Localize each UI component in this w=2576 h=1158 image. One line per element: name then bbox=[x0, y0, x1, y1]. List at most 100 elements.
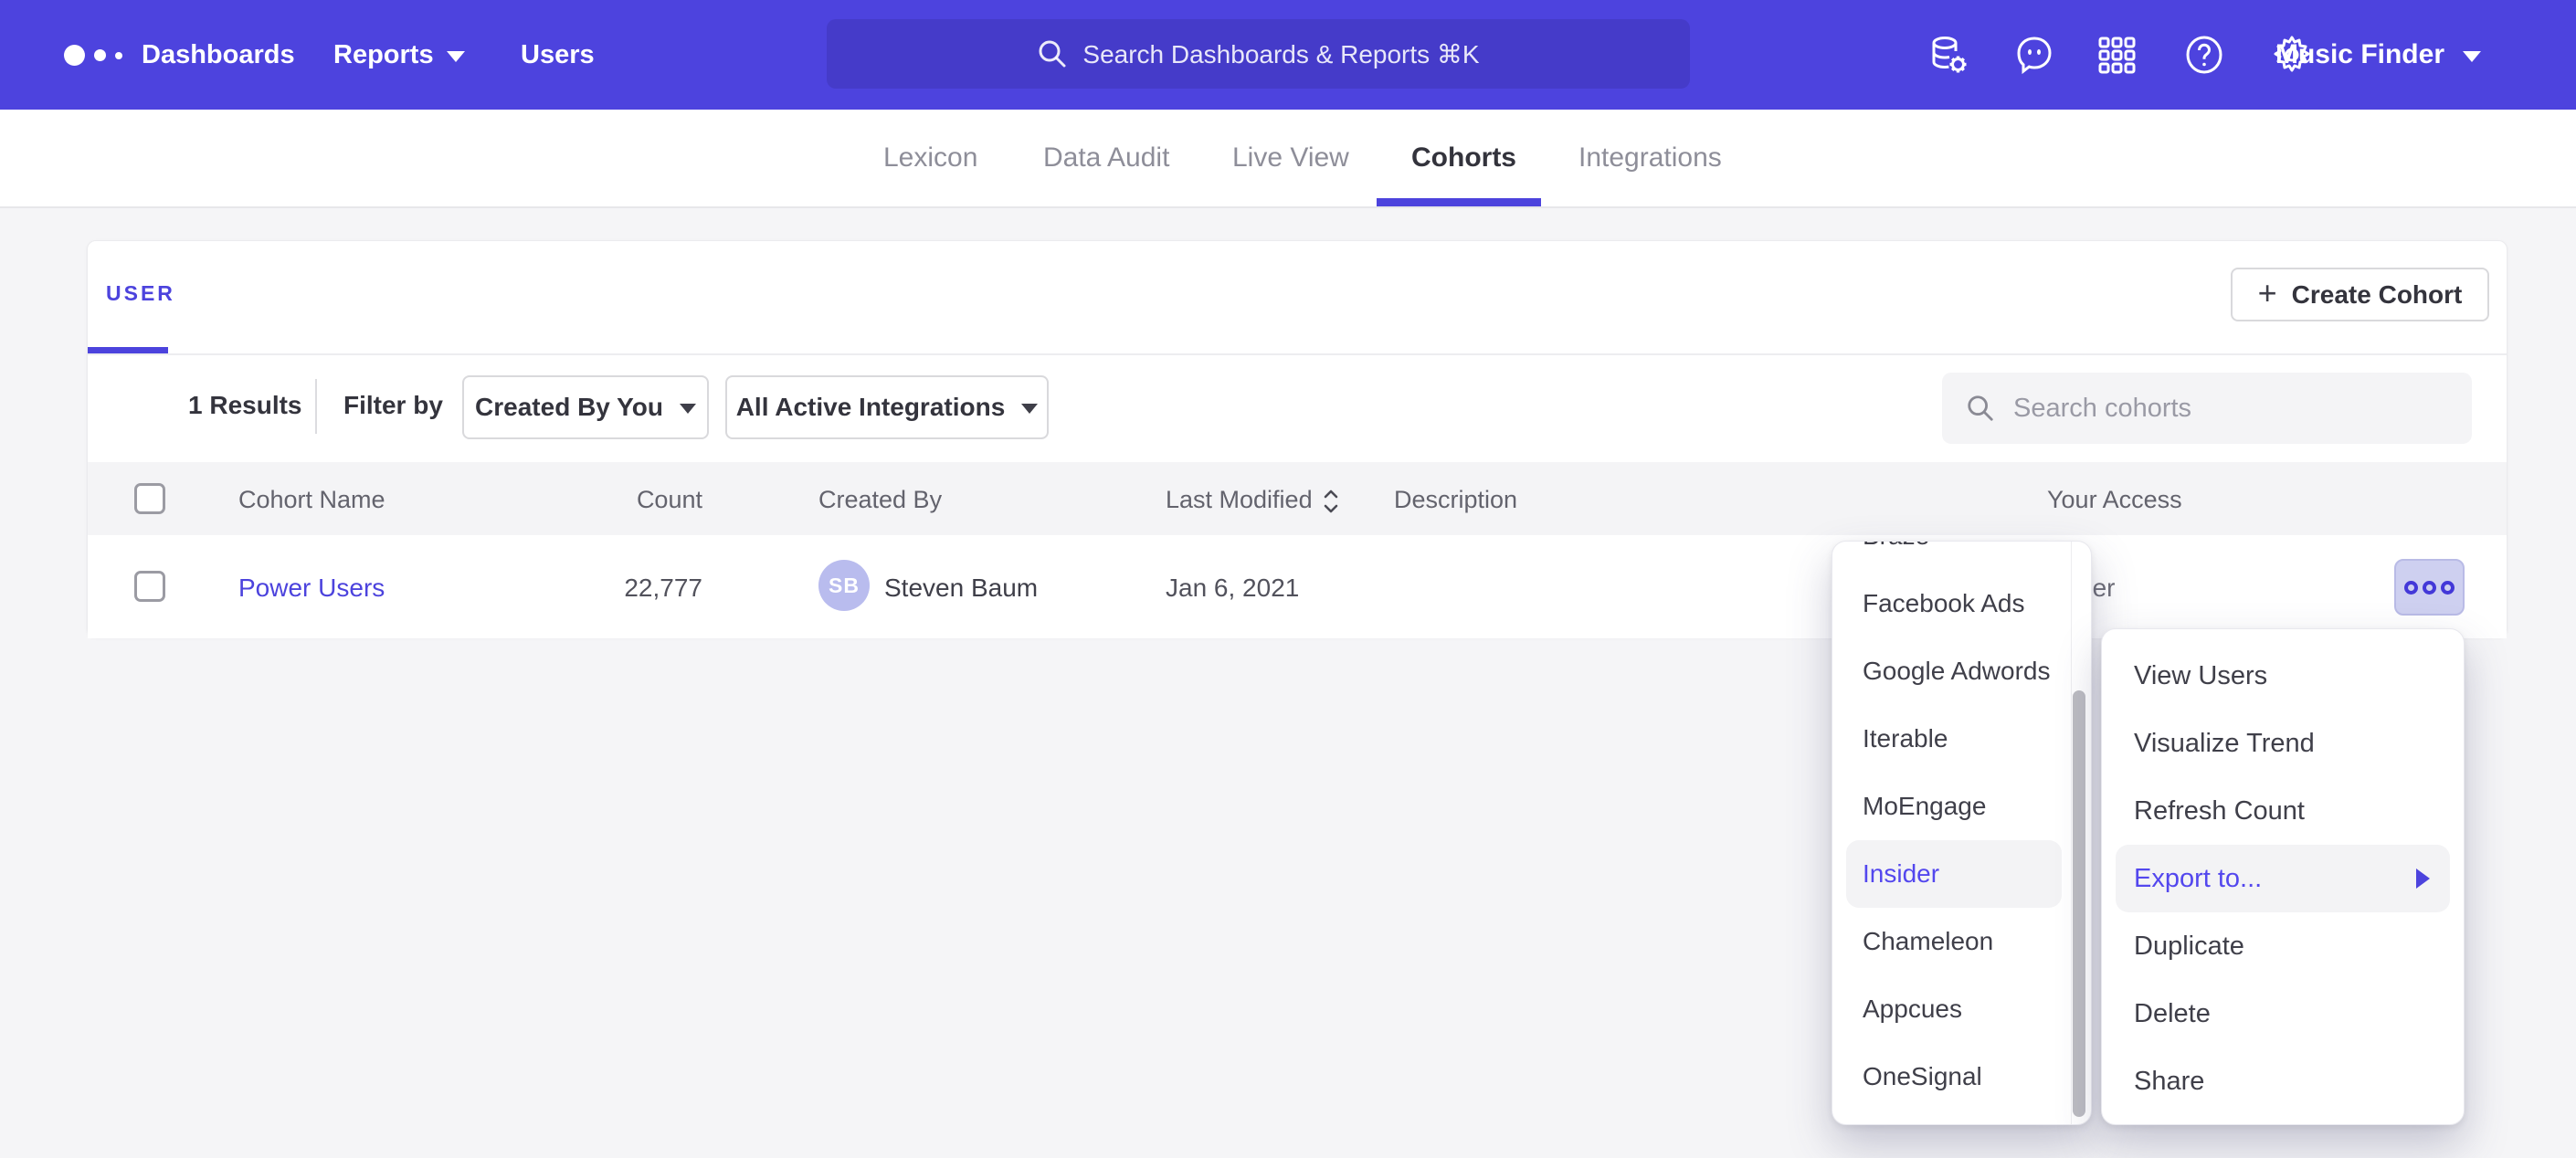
col-header-count: Count bbox=[563, 486, 702, 514]
data-management-icon[interactable] bbox=[1927, 34, 1969, 76]
brand-logo-dots-icon[interactable] bbox=[64, 45, 122, 66]
nav-reports-label: Reports bbox=[333, 40, 434, 70]
col-header-your-access: Your Access bbox=[2047, 486, 2182, 514]
tab-data-audit-label: Data Audit bbox=[1043, 142, 1169, 174]
chevron-down-icon bbox=[2463, 51, 2481, 62]
nav-item-reports[interactable]: Reports bbox=[333, 0, 465, 110]
table-row: Power Users 22,777 SB Steven Baum Jan 6,… bbox=[88, 535, 2507, 638]
created-by-filter-label: Created By You bbox=[475, 393, 663, 422]
menu-item-chameleon[interactable]: Chameleon bbox=[1832, 908, 2071, 975]
menu-item-onesignal[interactable]: OneSignal bbox=[1832, 1043, 2071, 1111]
menu-item-label: Braze bbox=[1863, 541, 1929, 551]
search-icon bbox=[1966, 394, 1995, 423]
menu-item-facebook-ads[interactable]: Facebook Ads bbox=[1832, 570, 2071, 637]
results-count: 1 Results bbox=[188, 391, 302, 420]
active-tab-underline bbox=[1377, 198, 1541, 206]
col-header-description: Description bbox=[1394, 486, 1517, 514]
integrations-filter-label: All Active Integrations bbox=[736, 393, 1006, 422]
tab-cohorts[interactable]: Cohorts bbox=[1411, 110, 1516, 206]
global-search-placeholder: Search Dashboards & Reports ⌘K bbox=[1082, 39, 1479, 69]
menu-item-label: Refresh Count bbox=[2134, 796, 2305, 826]
menu-item-export-to[interactable]: Export to... bbox=[2116, 845, 2450, 912]
divider bbox=[88, 353, 2507, 355]
section-tabs: Lexicon Data Audit Live View Cohorts Int… bbox=[0, 110, 2576, 208]
menu-item-visualize-trend[interactable]: Visualize Trend bbox=[2102, 710, 2464, 777]
search-icon bbox=[1037, 38, 1068, 69]
menu-item-appcues[interactable]: Appcues bbox=[1832, 975, 2071, 1043]
dot-icon bbox=[2423, 581, 2436, 595]
create-cohort-label: Create Cohort bbox=[2292, 280, 2463, 310]
menu-item-label: Chameleon bbox=[1863, 927, 1993, 956]
menu-item-label: Delete bbox=[2134, 999, 2211, 1029]
global-search-input[interactable]: Search Dashboards & Reports ⌘K bbox=[827, 19, 1690, 89]
filter-by-label: Filter by bbox=[343, 391, 443, 420]
menu-scrollbar-thumb[interactable] bbox=[2073, 690, 2085, 1117]
nav-users-label: Users bbox=[521, 40, 595, 70]
sort-icon bbox=[1322, 488, 1340, 515]
cohorts-card: USER + Create Cohort 1 Results Filter by… bbox=[87, 240, 2507, 637]
tab-integrations[interactable]: Integrations bbox=[1578, 110, 1722, 206]
menu-item-moengage[interactable]: MoEngage bbox=[1832, 773, 2071, 840]
nav-item-users[interactable]: Users bbox=[521, 0, 595, 110]
menu-item-delete[interactable]: Delete bbox=[2102, 980, 2464, 1047]
menu-item-label: Insider bbox=[1863, 859, 1939, 889]
menu-item-duplicate[interactable]: Duplicate bbox=[2102, 912, 2464, 980]
menu-item-label: Appcues bbox=[1863, 995, 1962, 1024]
tab-lexicon[interactable]: Lexicon bbox=[883, 110, 977, 206]
table-header-row: Cohort Name Count Created By Last Modifi… bbox=[88, 462, 2507, 535]
dot-icon bbox=[2441, 581, 2455, 595]
user-tab-underline bbox=[88, 347, 168, 353]
nav-item-dashboards[interactable]: Dashboards bbox=[142, 0, 295, 110]
col-header-last-modified[interactable]: Last Modified bbox=[1166, 486, 1340, 515]
created-by-name: Steven Baum bbox=[884, 574, 1038, 603]
avatar: SB bbox=[818, 560, 870, 611]
plus-icon: + bbox=[2258, 277, 2277, 310]
chevron-down-icon bbox=[447, 51, 465, 62]
search-cohorts-input[interactable]: Search cohorts bbox=[1942, 373, 2472, 444]
row-actions-button[interactable] bbox=[2394, 559, 2465, 616]
tab-data-audit[interactable]: Data Audit bbox=[1043, 110, 1169, 206]
chevron-down-icon bbox=[1021, 404, 1038, 414]
chevron-down-icon bbox=[680, 404, 696, 414]
tab-user-cohorts[interactable]: USER bbox=[106, 281, 175, 306]
tab-cohorts-label: Cohorts bbox=[1411, 142, 1516, 174]
created-by-filter-dropdown[interactable]: Created By You bbox=[462, 375, 709, 439]
export-targets-menu: Braze Facebook Ads Google Adwords Iterab… bbox=[1832, 541, 2092, 1125]
menu-item-share[interactable]: Share bbox=[2102, 1047, 2464, 1115]
menu-item-label: OneSignal bbox=[1863, 1062, 1982, 1091]
menu-item-label: MoEngage bbox=[1863, 792, 1986, 821]
col-header-cohort-name: Cohort Name bbox=[238, 486, 385, 514]
apps-grid-icon[interactable] bbox=[2096, 34, 2138, 76]
dot-icon bbox=[2404, 581, 2418, 595]
tab-integrations-label: Integrations bbox=[1578, 142, 1722, 174]
menu-item-insider[interactable]: Insider bbox=[1846, 840, 2062, 908]
top-nav: Dashboards Reports Users Search Dashboar… bbox=[0, 0, 2576, 110]
nav-dashboards-label: Dashboards bbox=[142, 40, 295, 70]
menu-item-label: Share bbox=[2134, 1067, 2204, 1097]
feedback-icon[interactable] bbox=[2013, 34, 2055, 76]
menu-item-refresh-count[interactable]: Refresh Count bbox=[2102, 777, 2464, 845]
menu-item-google-adwords[interactable]: Google Adwords bbox=[1832, 637, 2071, 705]
menu-item-label: Duplicate bbox=[2134, 932, 2244, 962]
row-actions-menu: View Users Visualize Trend Refresh Count… bbox=[2101, 628, 2465, 1125]
divider bbox=[315, 379, 317, 434]
tab-live-view[interactable]: Live View bbox=[1232, 110, 1349, 206]
menu-item-label: View Users bbox=[2134, 661, 2267, 691]
integrations-filter-dropdown[interactable]: All Active Integrations bbox=[725, 375, 1049, 439]
project-switcher[interactable]: Music Finder bbox=[2275, 0, 2481, 110]
cohort-name-link[interactable]: Power Users bbox=[238, 574, 385, 603]
create-cohort-button[interactable]: + Create Cohort bbox=[2231, 268, 2489, 321]
menu-item-braze[interactable]: Braze bbox=[1832, 541, 2071, 570]
tab-lexicon-label: Lexicon bbox=[883, 142, 977, 174]
menu-item-view-users[interactable]: View Users bbox=[2102, 642, 2464, 710]
tab-live-view-label: Live View bbox=[1232, 142, 1349, 174]
help-icon[interactable] bbox=[2183, 34, 2225, 76]
menu-item-label: Google Adwords bbox=[1863, 657, 2050, 686]
row-checkbox[interactable] bbox=[134, 571, 165, 602]
menu-item-label: Facebook Ads bbox=[1863, 589, 2024, 618]
menu-item-label: Iterable bbox=[1863, 724, 1948, 753]
menu-item-label: Export to... bbox=[2134, 864, 2262, 894]
menu-item-iterable[interactable]: Iterable bbox=[1832, 705, 2071, 773]
select-all-checkbox[interactable] bbox=[134, 483, 165, 514]
search-cohorts-placeholder: Search cohorts bbox=[2013, 394, 2191, 424]
